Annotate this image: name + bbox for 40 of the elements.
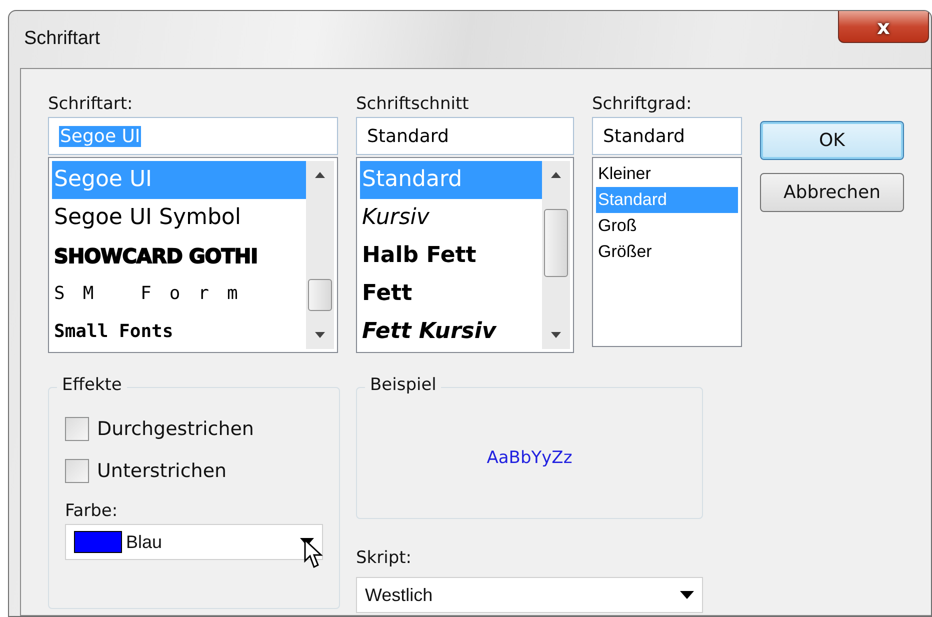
cancel-button[interactable]: Abbrechen <box>760 173 904 212</box>
preview-title: Beispiel <box>365 375 442 395</box>
scroll-down-icon[interactable] <box>314 331 326 339</box>
font-list-item[interactable]: SHOWCARD GOTHI <box>52 237 306 275</box>
size-label: Schriftgrad: <box>592 93 693 116</box>
color-label: Farbe: <box>65 500 119 523</box>
cursor-icon <box>304 539 324 569</box>
size-field[interactable]: Standard <box>592 117 742 155</box>
scroll-up-icon[interactable] <box>550 171 562 179</box>
script-dropdown[interactable]: Westlich <box>356 577 703 613</box>
font-list-item[interactable]: Segoe UI Symbol <box>52 199 306 237</box>
font-list-item[interactable]: Small Fonts <box>52 313 306 349</box>
script-label: Skript: <box>356 547 413 570</box>
style-field[interactable]: Standard <box>356 117 574 155</box>
scrollbar[interactable] <box>542 161 570 349</box>
scrollbar[interactable] <box>306 161 334 349</box>
size-list-item[interactable]: Größer <box>596 239 738 265</box>
effect-checkbox[interactable]: Durchgestrichen <box>65 408 323 450</box>
size-list-item[interactable]: Kleiner <box>596 161 738 187</box>
font-field-text: Segoe UI <box>59 126 142 146</box>
scroll-down-icon[interactable] <box>550 331 562 339</box>
style-list-item[interactable]: Fett Kursiv <box>360 313 542 349</box>
ok-button[interactable]: OK <box>760 121 904 160</box>
script-value: Westlich <box>365 584 434 606</box>
preview-text: AaBbYyZz <box>486 448 572 468</box>
style-list-item[interactable]: Halb Fett <box>360 237 542 275</box>
scroll-thumb[interactable] <box>544 209 568 277</box>
scroll-thumb[interactable] <box>308 279 332 311</box>
style-list-item[interactable]: Kursiv <box>360 199 542 237</box>
scroll-up-icon[interactable] <box>314 171 326 179</box>
close-button[interactable]: x <box>838 11 929 43</box>
window-title: Schriftart <box>24 28 100 50</box>
effect-checkbox[interactable]: Unterstrichen <box>65 450 323 492</box>
style-label: Schriftschnitt <box>356 93 470 116</box>
style-list-item[interactable]: Fett <box>360 275 542 313</box>
size-list-item[interactable]: Groß <box>596 213 738 239</box>
caret-icon <box>680 591 694 599</box>
color-value: Blau <box>126 532 164 552</box>
font-label: Schriftart: <box>48 93 134 116</box>
font-list-item[interactable]: SM Form <box>52 275 306 313</box>
